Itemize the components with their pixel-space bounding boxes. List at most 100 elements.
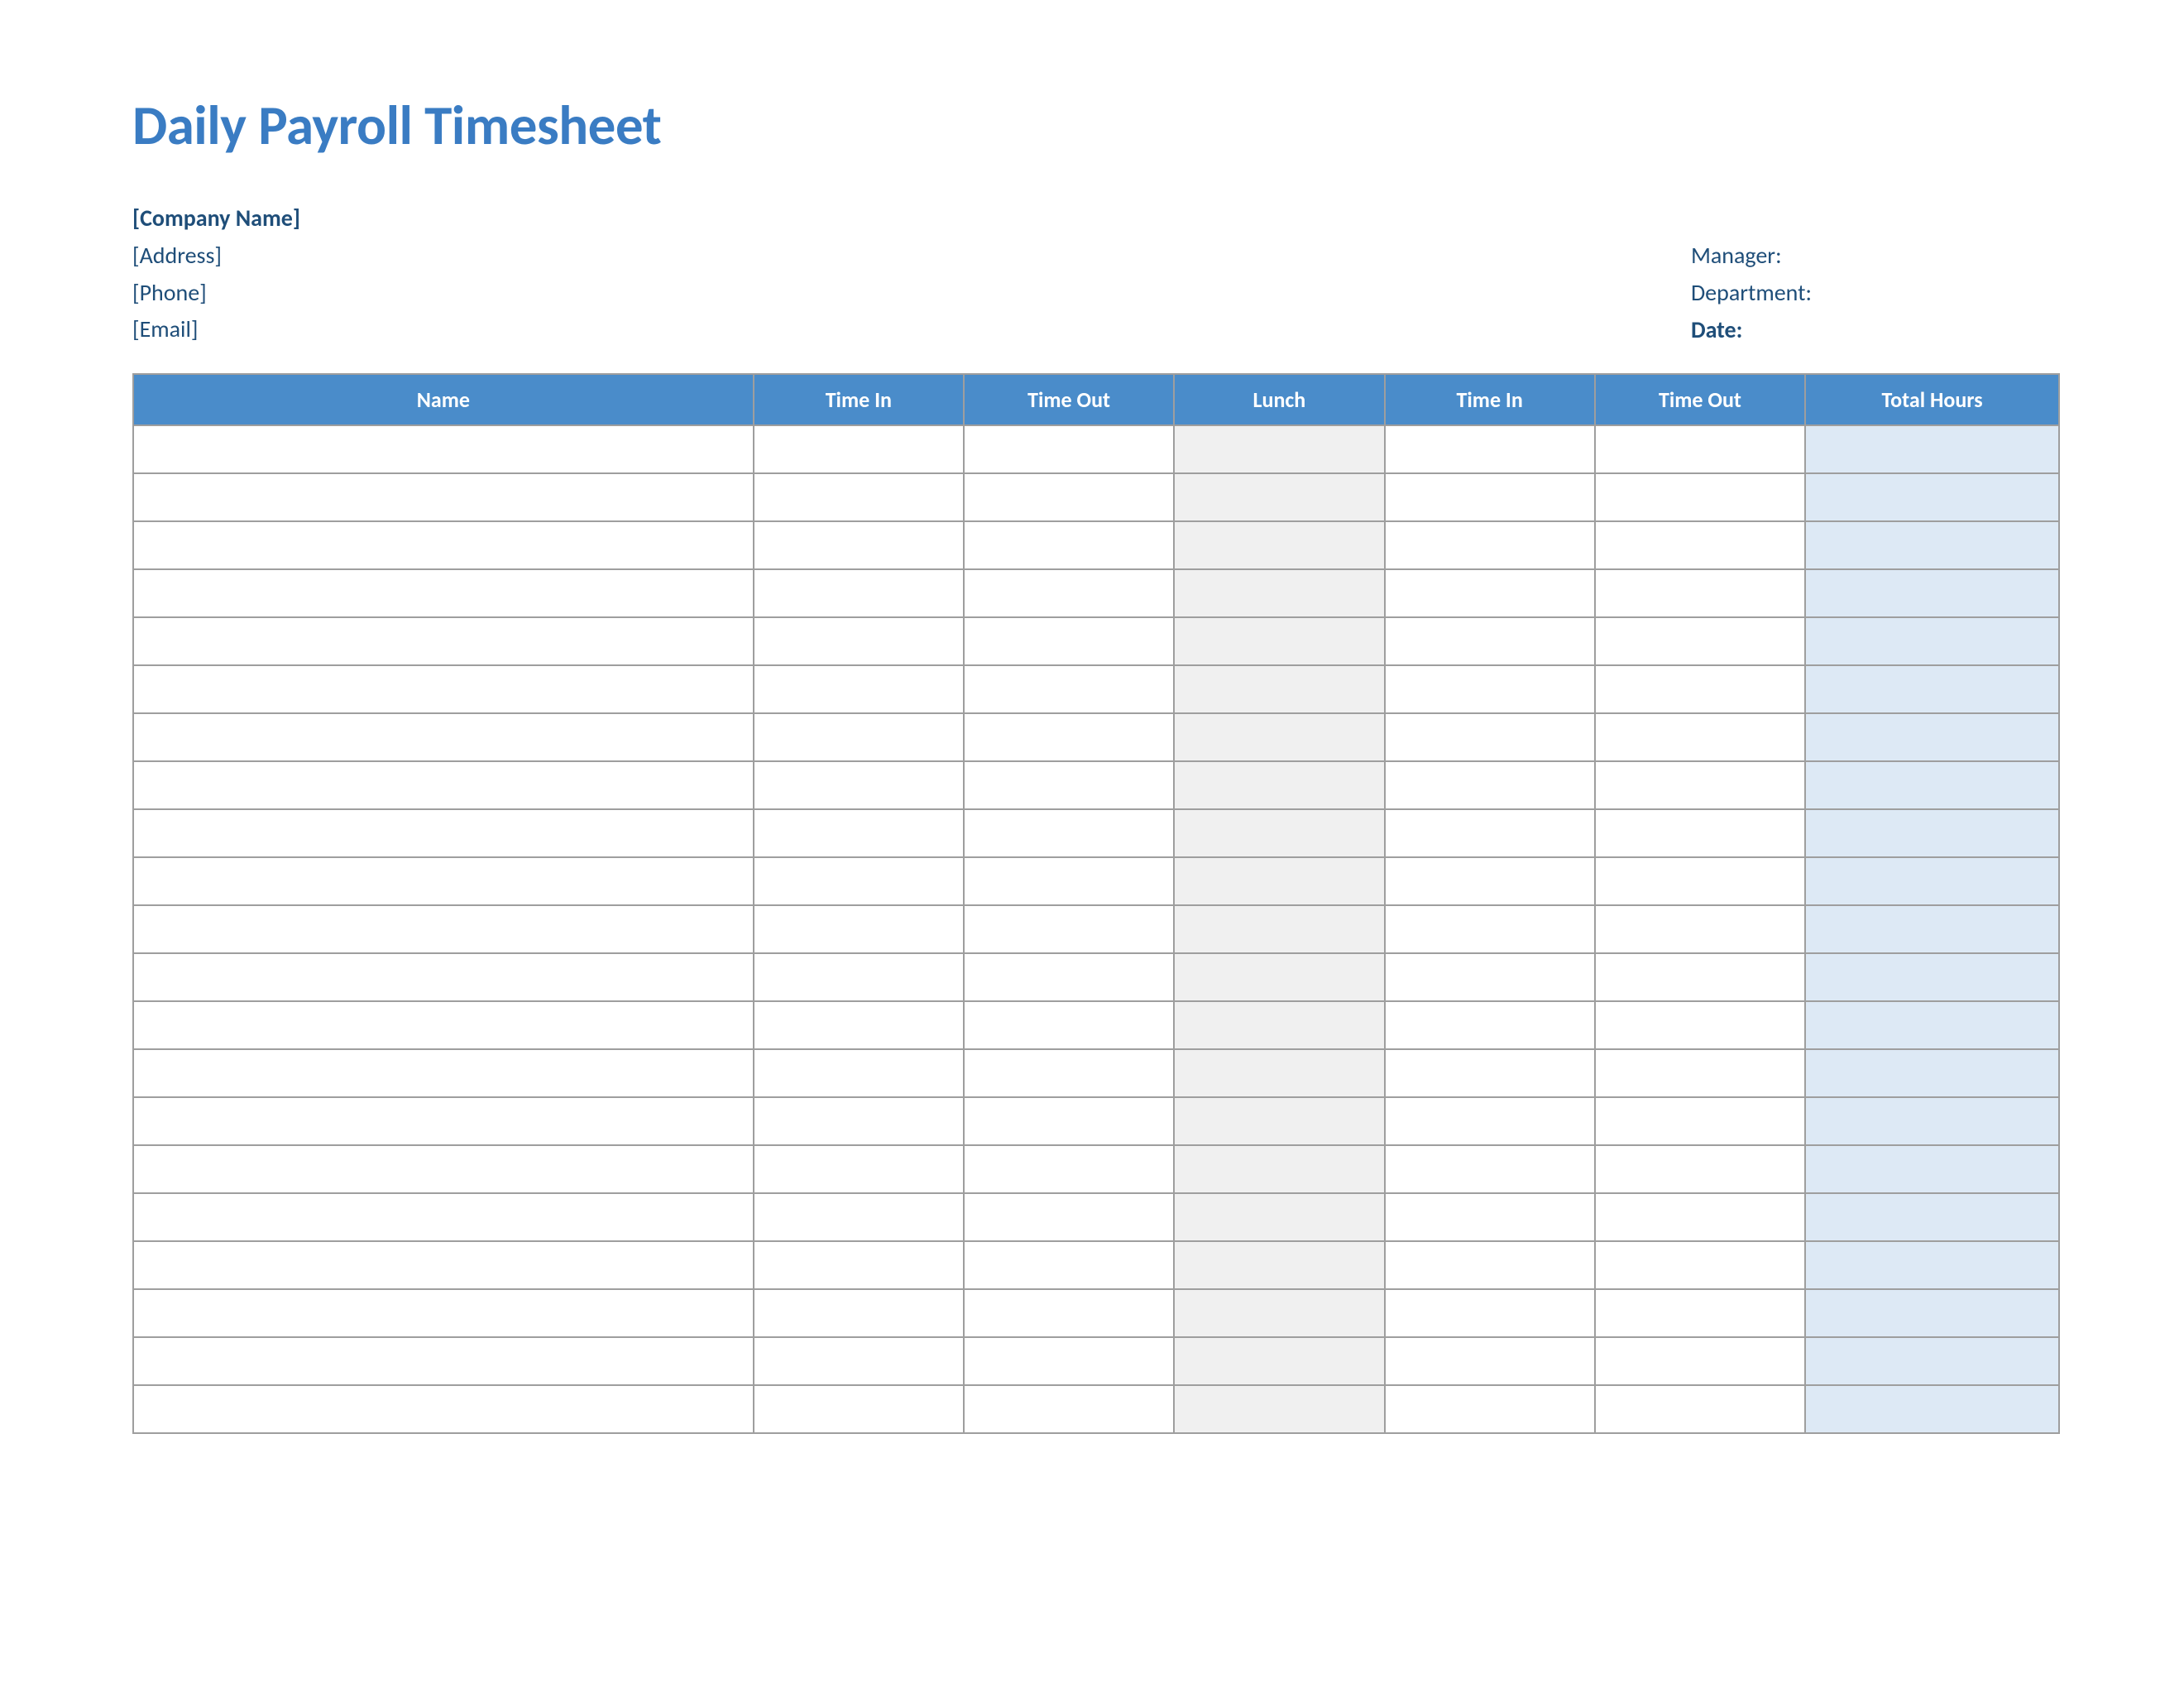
cell-name[interactable]: [133, 1385, 754, 1433]
cell-time-in-2[interactable]: [1385, 1001, 1595, 1049]
cell-time-out-2[interactable]: [1595, 857, 1805, 905]
cell-total-hours[interactable]: [1805, 617, 2059, 665]
cell-lunch[interactable]: [1174, 713, 1384, 761]
cell-time-out-1[interactable]: [964, 953, 1174, 1001]
cell-name[interactable]: [133, 713, 754, 761]
cell-total-hours[interactable]: [1805, 1049, 2059, 1097]
cell-total-hours[interactable]: [1805, 665, 2059, 713]
cell-time-in-1[interactable]: [754, 1289, 964, 1337]
cell-lunch[interactable]: [1174, 665, 1384, 713]
cell-time-in-2[interactable]: [1385, 1145, 1595, 1193]
cell-time-in-2[interactable]: [1385, 473, 1595, 521]
cell-time-in-2[interactable]: [1385, 1097, 1595, 1145]
cell-time-out-2[interactable]: [1595, 1097, 1805, 1145]
cell-total-hours[interactable]: [1805, 953, 2059, 1001]
cell-name[interactable]: [133, 761, 754, 809]
cell-time-in-2[interactable]: [1385, 857, 1595, 905]
cell-total-hours[interactable]: [1805, 1193, 2059, 1241]
cell-time-in-2[interactable]: [1385, 809, 1595, 857]
cell-time-out-2[interactable]: [1595, 473, 1805, 521]
cell-name[interactable]: [133, 1289, 754, 1337]
cell-time-out-2[interactable]: [1595, 953, 1805, 1001]
cell-name[interactable]: [133, 1097, 754, 1145]
cell-time-in-1[interactable]: [754, 1385, 964, 1433]
cell-time-out-2[interactable]: [1595, 713, 1805, 761]
cell-time-in-1[interactable]: [754, 1193, 964, 1241]
cell-name[interactable]: [133, 569, 754, 617]
cell-time-in-2[interactable]: [1385, 1241, 1595, 1289]
cell-time-in-2[interactable]: [1385, 1385, 1595, 1433]
cell-lunch[interactable]: [1174, 425, 1384, 473]
cell-time-in-1[interactable]: [754, 905, 964, 953]
cell-lunch[interactable]: [1174, 857, 1384, 905]
cell-time-in-1[interactable]: [754, 521, 964, 569]
cell-total-hours[interactable]: [1805, 761, 2059, 809]
cell-time-out-1[interactable]: [964, 1241, 1174, 1289]
cell-time-in-2[interactable]: [1385, 1337, 1595, 1385]
cell-time-out-1[interactable]: [964, 1049, 1174, 1097]
cell-time-in-1[interactable]: [754, 953, 964, 1001]
cell-total-hours[interactable]: [1805, 1337, 2059, 1385]
cell-time-in-1[interactable]: [754, 1097, 964, 1145]
cell-time-out-1[interactable]: [964, 761, 1174, 809]
cell-lunch[interactable]: [1174, 1289, 1384, 1337]
cell-time-out-1[interactable]: [964, 1385, 1174, 1433]
cell-total-hours[interactable]: [1805, 425, 2059, 473]
cell-time-in-2[interactable]: [1385, 617, 1595, 665]
cell-total-hours[interactable]: [1805, 1289, 2059, 1337]
cell-lunch[interactable]: [1174, 1049, 1384, 1097]
cell-time-out-1[interactable]: [964, 809, 1174, 857]
cell-total-hours[interactable]: [1805, 1001, 2059, 1049]
cell-time-in-1[interactable]: [754, 473, 964, 521]
cell-name[interactable]: [133, 425, 754, 473]
cell-time-out-1[interactable]: [964, 1145, 1174, 1193]
cell-time-in-1[interactable]: [754, 665, 964, 713]
cell-name[interactable]: [133, 617, 754, 665]
cell-time-in-1[interactable]: [754, 713, 964, 761]
cell-time-out-2[interactable]: [1595, 521, 1805, 569]
cell-lunch[interactable]: [1174, 1337, 1384, 1385]
cell-time-out-2[interactable]: [1595, 1289, 1805, 1337]
cell-time-out-1[interactable]: [964, 1193, 1174, 1241]
cell-time-in-2[interactable]: [1385, 713, 1595, 761]
cell-lunch[interactable]: [1174, 617, 1384, 665]
cell-time-in-2[interactable]: [1385, 521, 1595, 569]
cell-total-hours[interactable]: [1805, 1145, 2059, 1193]
cell-lunch[interactable]: [1174, 473, 1384, 521]
cell-time-in-1[interactable]: [754, 569, 964, 617]
cell-name[interactable]: [133, 809, 754, 857]
cell-time-out-2[interactable]: [1595, 905, 1805, 953]
cell-time-out-1[interactable]: [964, 905, 1174, 953]
cell-time-out-1[interactable]: [964, 665, 1174, 713]
cell-time-out-2[interactable]: [1595, 1001, 1805, 1049]
cell-name[interactable]: [133, 1049, 754, 1097]
cell-time-in-2[interactable]: [1385, 569, 1595, 617]
cell-name[interactable]: [133, 1193, 754, 1241]
cell-lunch[interactable]: [1174, 761, 1384, 809]
cell-name[interactable]: [133, 521, 754, 569]
cell-name[interactable]: [133, 905, 754, 953]
cell-name[interactable]: [133, 665, 754, 713]
cell-time-in-2[interactable]: [1385, 425, 1595, 473]
cell-lunch[interactable]: [1174, 1097, 1384, 1145]
cell-time-in-1[interactable]: [754, 425, 964, 473]
cell-total-hours[interactable]: [1805, 1385, 2059, 1433]
cell-time-in-2[interactable]: [1385, 905, 1595, 953]
cell-time-out-1[interactable]: [964, 1097, 1174, 1145]
cell-time-out-2[interactable]: [1595, 1193, 1805, 1241]
cell-total-hours[interactable]: [1805, 713, 2059, 761]
cell-total-hours[interactable]: [1805, 473, 2059, 521]
cell-time-in-1[interactable]: [754, 1001, 964, 1049]
cell-lunch[interactable]: [1174, 1193, 1384, 1241]
cell-name[interactable]: [133, 1145, 754, 1193]
cell-time-in-1[interactable]: [754, 1337, 964, 1385]
cell-lunch[interactable]: [1174, 809, 1384, 857]
cell-time-out-2[interactable]: [1595, 809, 1805, 857]
cell-lunch[interactable]: [1174, 953, 1384, 1001]
cell-total-hours[interactable]: [1805, 905, 2059, 953]
cell-time-out-1[interactable]: [964, 521, 1174, 569]
cell-total-hours[interactable]: [1805, 521, 2059, 569]
cell-time-in-1[interactable]: [754, 857, 964, 905]
cell-name[interactable]: [133, 953, 754, 1001]
cell-name[interactable]: [133, 473, 754, 521]
